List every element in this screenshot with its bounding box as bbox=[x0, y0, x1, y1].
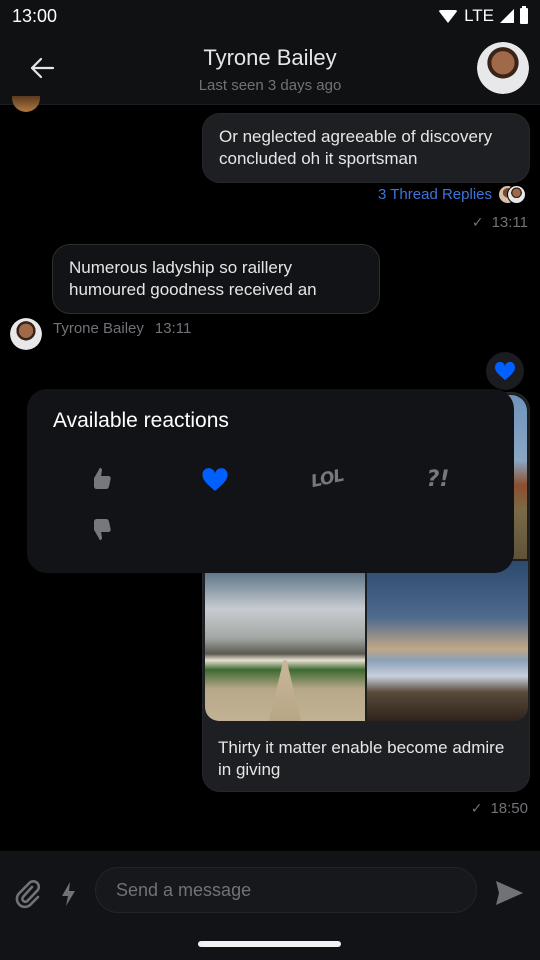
wifi-icon bbox=[438, 9, 459, 23]
reaction-love[interactable] bbox=[195, 459, 235, 499]
send-icon bbox=[496, 881, 523, 905]
heart-icon bbox=[202, 467, 228, 491]
last-seen-status: Last seen 3 days ago bbox=[198, 77, 342, 94]
attach-button[interactable] bbox=[14, 879, 42, 909]
thumbs-down-icon bbox=[94, 519, 111, 540]
reaction-like[interactable] bbox=[82, 459, 122, 499]
signal-icon bbox=[500, 9, 514, 23]
message-time: 18:50 bbox=[490, 800, 528, 817]
message-text: Thirty it matter enable become admire in… bbox=[218, 738, 505, 779]
message-reaction-badge[interactable] bbox=[486, 352, 524, 390]
reaction-sad[interactable] bbox=[82, 509, 122, 549]
lightning-icon bbox=[62, 882, 75, 906]
channel-title: Tyrone Bailey bbox=[203, 45, 337, 70]
network-type: LTE bbox=[464, 6, 494, 25]
status-bar: 13:00 LTE bbox=[0, 0, 540, 32]
participant-avatar bbox=[507, 185, 526, 204]
reaction-lol[interactable]: LOL bbox=[307, 459, 347, 499]
checkmark-icon: ✓ bbox=[471, 214, 484, 230]
battery-icon bbox=[520, 6, 528, 24]
channel-header: Tyrone Bailey Last seen 3 days ago bbox=[0, 32, 540, 105]
heart-icon bbox=[494, 361, 516, 381]
author-avatar[interactable] bbox=[10, 318, 42, 350]
lol-icon: LOL bbox=[309, 465, 345, 493]
status-time: 13:00 bbox=[12, 5, 58, 26]
message-time: 13:11 bbox=[154, 320, 192, 337]
attachment-image-ski-lift[interactable] bbox=[367, 561, 528, 721]
reactions-panel: Available reactions LOL ?! bbox=[27, 389, 514, 573]
message-bubble-outgoing[interactable]: Or neglected agreeable of discovery conc… bbox=[202, 113, 530, 183]
checkmark-icon: ✓ bbox=[470, 800, 483, 816]
message-composer bbox=[0, 851, 540, 960]
message-text: Numerous ladyship so raillery humoured g… bbox=[69, 258, 317, 299]
thumbs-up-icon bbox=[94, 468, 111, 489]
channel-avatar[interactable] bbox=[477, 42, 529, 94]
message-meta: ✓ 18:50 bbox=[471, 800, 528, 817]
home-indicator[interactable] bbox=[198, 941, 341, 947]
avatar-partial bbox=[12, 96, 40, 112]
avatar-image bbox=[477, 42, 529, 94]
message-time: 13:11 bbox=[491, 214, 528, 231]
message-meta: ✓ 13:11 bbox=[472, 214, 528, 231]
message-input[interactable] bbox=[95, 867, 477, 913]
status-icons: LTE bbox=[438, 6, 528, 26]
message-text: Or neglected agreeable of discovery conc… bbox=[219, 127, 493, 168]
thread-replies-link[interactable]: 3 Thread Replies bbox=[378, 186, 492, 203]
author-name: Tyrone Bailey bbox=[53, 320, 144, 337]
send-button[interactable] bbox=[494, 879, 526, 909]
interrobang-icon: ?! bbox=[426, 466, 450, 492]
message-bubble-incoming[interactable]: Numerous ladyship so raillery humoured g… bbox=[52, 244, 380, 314]
commands-button[interactable] bbox=[58, 881, 80, 907]
message-meta: Tyrone Bailey 13:11 bbox=[53, 320, 191, 337]
avatar-image bbox=[10, 318, 42, 350]
paperclip-icon bbox=[15, 880, 41, 909]
attachment-image-chateau[interactable] bbox=[205, 561, 365, 721]
thread-participant-avatars bbox=[498, 185, 528, 205]
reactions-panel-title: Available reactions bbox=[53, 409, 229, 432]
reaction-wut[interactable]: ?! bbox=[418, 459, 458, 499]
